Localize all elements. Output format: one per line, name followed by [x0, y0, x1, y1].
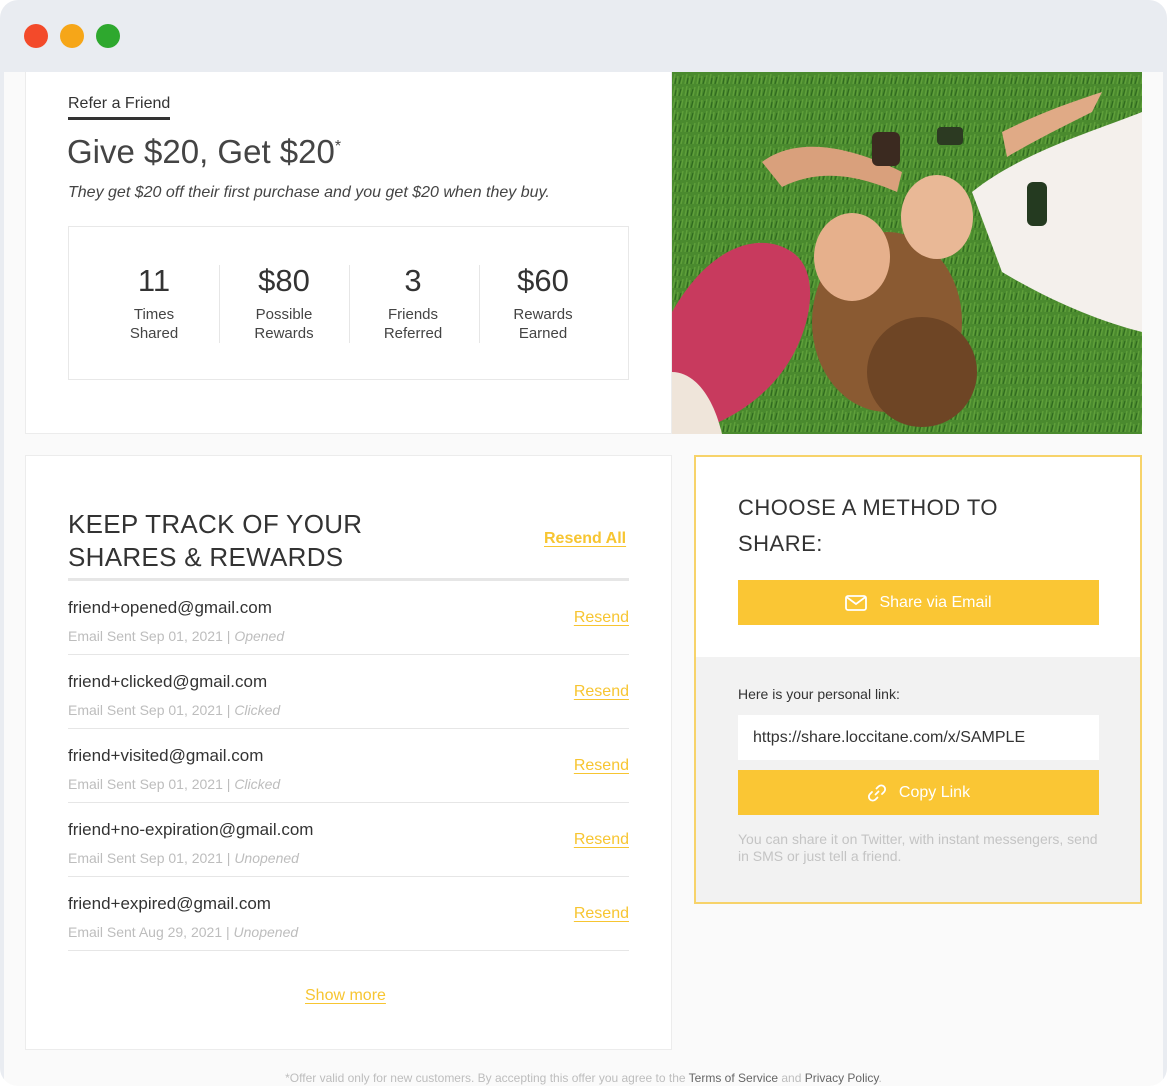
- resend-all-link[interactable]: Resend All: [544, 530, 626, 548]
- window-titlebar: [0, 0, 1167, 72]
- share-status: Clicked: [234, 702, 281, 718]
- page-title: Give $20, Get $20*: [67, 133, 341, 171]
- stat-label-line2: Referred: [383, 325, 443, 342]
- resend-link[interactable]: Resend: [574, 831, 629, 849]
- footer-disclaimer: *Offer valid only for new customers. By …: [0, 1071, 1167, 1085]
- stat-value: 3: [404, 263, 422, 298]
- share-sent-date: Email Sent Sep 01, 2021 |: [68, 776, 235, 792]
- share-status: Opened: [234, 628, 285, 644]
- stat-possible-rewards: $80 Possible Rewards: [219, 263, 349, 343]
- personal-link-field[interactable]: [738, 715, 1099, 760]
- hero-photo: [672, 72, 1142, 434]
- close-window-button[interactable]: [24, 24, 48, 48]
- minimize-window-button[interactable]: [60, 24, 84, 48]
- stat-label-line1: Friends: [387, 306, 439, 323]
- personal-link-label: Here is your personal link:: [738, 686, 900, 702]
- share-meta: Email Sent Sep 01, 2021 | Opened: [68, 628, 284, 644]
- share-status: Clicked: [234, 776, 281, 792]
- share-title: CHOOSE A METHOD TO SHARE:: [738, 495, 999, 556]
- stat-value: $60: [517, 263, 569, 298]
- share-status: Unopened: [234, 850, 299, 866]
- share-sent-date: Email Sent Sep 01, 2021 |: [68, 628, 235, 644]
- link-icon: [867, 783, 886, 802]
- window-border-left: [0, 72, 4, 1086]
- stats-panel: 11 Times Shared $80 Possible Rewards 3 Fri…: [68, 226, 629, 380]
- share-row: friend+expired@gmail.com Email Sent Aug …: [68, 877, 629, 951]
- copy-link-label: Copy Link: [898, 783, 971, 801]
- stat-label-line2: Shared: [129, 325, 179, 342]
- maximize-window-button[interactable]: [96, 24, 120, 48]
- share-email: friend+opened@gmail.com: [68, 598, 272, 617]
- page-title-text: Give $20, Get $20: [67, 133, 335, 170]
- browser-window: Refer a Friend Give $20, Get $20* They g…: [0, 0, 1167, 1086]
- footer-and: and: [778, 1071, 805, 1085]
- share-meta: Email Sent Sep 01, 2021 | Clicked: [68, 702, 280, 718]
- stat-value: 11: [137, 263, 171, 298]
- copy-link-button[interactable]: Copy Link: [738, 770, 1099, 815]
- stat-label-line2: Rewards: [254, 325, 314, 342]
- stat-value: $80: [258, 263, 310, 298]
- share-meta: Email Sent Sep 01, 2021 | Unopened: [68, 850, 299, 866]
- share-sent-date: Email Sent Sep 01, 2021 |: [68, 850, 235, 866]
- footer-text: *Offer valid only for new customers. By …: [285, 1071, 689, 1085]
- share-note: You can share it on Twitter, with instan…: [738, 831, 1098, 864]
- stat-times-shared: 11 Times Shared: [89, 263, 219, 343]
- stat-label-line1: Times: [133, 306, 175, 323]
- envelope-icon: [845, 594, 868, 611]
- stat-label-line1: Rewards: [513, 306, 573, 323]
- share-email: friend+visited@gmail.com: [68, 746, 264, 765]
- stat-label: Times Shared: [89, 305, 219, 343]
- share-meta: Email Sent Aug 29, 2021 | Unopened: [68, 924, 298, 940]
- share-via-email-label: Share via Email: [879, 593, 992, 611]
- privacy-policy-link[interactable]: Privacy Policy: [805, 1071, 879, 1085]
- show-more-link[interactable]: Show more: [305, 987, 386, 1005]
- page-subtitle: They get $20 off their first purchase an…: [68, 184, 550, 201]
- title-footnote-mark: *: [334, 138, 342, 155]
- stat-rewards-earned: $60 Rewards Earned: [478, 263, 608, 343]
- hero-photo-illustration: [672, 72, 1142, 434]
- share-meta: Email Sent Sep 01, 2021 | Clicked: [68, 776, 280, 792]
- resend-link[interactable]: Resend: [574, 757, 629, 775]
- stat-label: Friends Referred: [348, 305, 478, 343]
- tracking-title-line2: SHARES & REWARDS: [68, 542, 344, 572]
- footer-end: .: [878, 1071, 882, 1085]
- terms-of-service-link[interactable]: Terms of Service: [689, 1071, 778, 1085]
- stat-friends-referred: 3 Friends Referred: [348, 263, 478, 343]
- share-via-email-button[interactable]: Share via Email: [738, 580, 1099, 625]
- share-status: Unopened: [233, 924, 299, 940]
- share-row: friend+opened@gmail.com Email Sent Sep 0…: [68, 581, 629, 655]
- stat-label: Possible Rewards: [219, 305, 349, 343]
- resend-link[interactable]: Resend: [574, 683, 629, 701]
- stat-label: Rewards Earned: [478, 305, 608, 343]
- tracking-title-line1: KEEP TRACK OF YOUR: [68, 509, 363, 539]
- tracking-title: KEEP TRACK OF YOUR SHARES & REWARDS: [68, 508, 428, 574]
- share-email: friend+no-expiration@gmail.com: [68, 820, 314, 839]
- share-row: friend+visited@gmail.com Email Sent Sep …: [68, 729, 629, 803]
- window-border-right: [1163, 72, 1167, 1086]
- share-row: friend+clicked@gmail.com Email Sent Sep …: [68, 655, 629, 729]
- share-email: friend+clicked@gmail.com: [68, 672, 268, 691]
- stat-label-line1: Possible: [255, 306, 313, 323]
- share-sent-date: Email Sent Aug 29, 2021 |: [68, 924, 234, 940]
- stat-label-line2: Earned: [518, 325, 568, 342]
- share-row: friend+no-expiration@gmail.com Email Sen…: [68, 803, 629, 877]
- share-email: friend+expired@gmail.com: [68, 894, 271, 913]
- resend-link[interactable]: Resend: [574, 905, 629, 923]
- share-sent-date: Email Sent Sep 01, 2021 |: [68, 702, 235, 718]
- tab-refer-a-friend[interactable]: Refer a Friend: [68, 95, 171, 120]
- resend-link[interactable]: Resend: [574, 609, 629, 627]
